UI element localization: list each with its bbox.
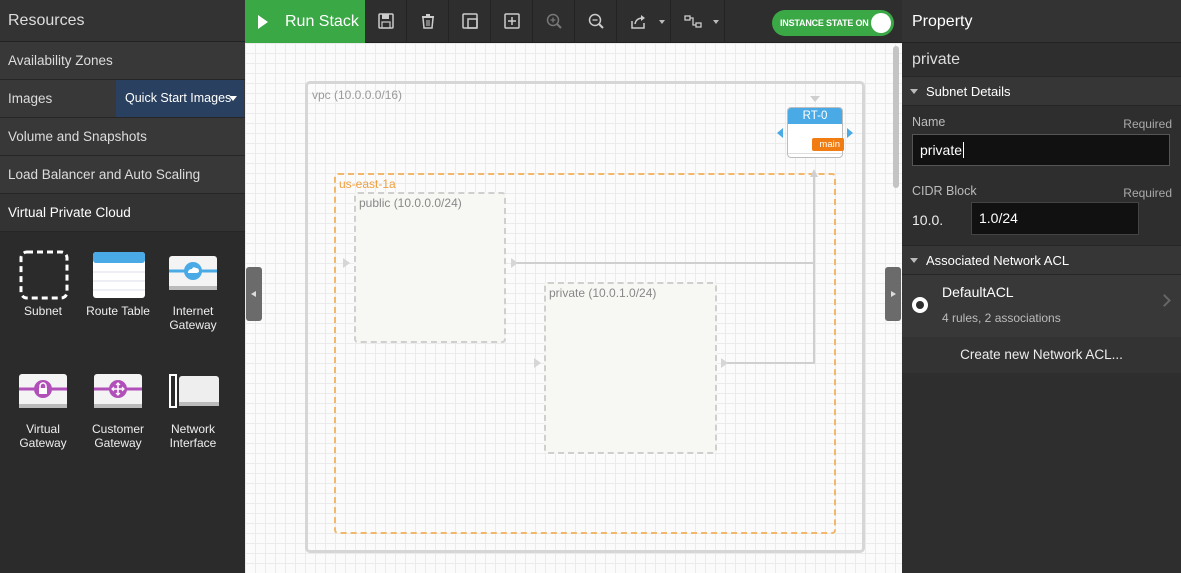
- name-required: Required: [1123, 117, 1172, 131]
- palette-internet-gateway[interactable]: Internet Gateway: [158, 250, 228, 332]
- create-network-acl-button[interactable]: Create new Network ACL...: [902, 337, 1181, 373]
- accordion-availability-zones[interactable]: Availability Zones: [0, 42, 245, 80]
- cidr-prefix: 10.0.: [912, 212, 944, 228]
- connection-style-button[interactable]: [671, 0, 725, 43]
- triangle-down-icon: [910, 89, 918, 94]
- delete-button[interactable]: [407, 0, 449, 43]
- dashed-square-icon: [17, 250, 69, 300]
- chevron-right-icon: [1158, 294, 1171, 307]
- route-table-icon: [92, 250, 145, 298]
- design-canvas[interactable]: vpc (10.0.0.0/16) us-east-1a public (10.…: [245, 43, 902, 573]
- quick-start-images-dropdown[interactable]: Quick Start Images: [116, 80, 244, 117]
- text-cursor: [963, 142, 965, 158]
- add-button[interactable]: [491, 0, 533, 43]
- acl-name: DefaultACL: [942, 284, 1014, 300]
- zoom-out-icon: [588, 13, 604, 29]
- name-input[interactable]: private: [912, 134, 1170, 166]
- property-panel: Property private Subnet Details Name Req…: [902, 0, 1181, 573]
- caret-down-icon: [659, 20, 665, 24]
- accordion-load-balancer[interactable]: Load Balancer and Auto Scaling: [0, 156, 245, 194]
- resources-header: Resources: [0, 0, 245, 42]
- vpc-palette: Subnet Route Table Internet Gateway Virt…: [0, 232, 245, 573]
- section-title: Associated Network ACL: [926, 253, 1070, 268]
- connection-style-icon: [684, 15, 702, 28]
- duplicate-icon: [462, 13, 478, 29]
- palette-label: Route Table: [86, 304, 150, 318]
- export-button[interactable]: [617, 0, 671, 43]
- toolbar: Run Stack INSTANCE STATE ON: [245, 0, 902, 43]
- caret-down-icon: [713, 20, 719, 24]
- palette-label: Network Interface: [169, 422, 217, 450]
- palette-route-table[interactable]: Route Table: [83, 250, 153, 318]
- palette-label: Virtual Gateway: [19, 422, 67, 450]
- name-label: Name: [912, 115, 946, 129]
- app-window: Resources Availability Zones Images Quic…: [0, 0, 1181, 573]
- save-button[interactable]: [365, 0, 407, 43]
- export-icon: [631, 15, 645, 29]
- palette-label: Subnet: [23, 304, 63, 318]
- palette-virtual-gateway[interactable]: Virtual Gateway: [8, 368, 78, 450]
- cloud-gateway-icon: [167, 250, 219, 298]
- accordion-virtual-private-cloud[interactable]: Virtual Private Cloud: [0, 194, 245, 232]
- section-title: Subnet Details: [926, 84, 1011, 99]
- run-stack-label: Run Stack: [285, 13, 359, 30]
- radio-selected-icon[interactable]: [912, 297, 928, 313]
- run-stack-button[interactable]: Run Stack: [245, 0, 365, 43]
- palette-label: Internet Gateway: [169, 304, 217, 332]
- acl-list-item[interactable]: DefaultACL 4 rules, 2 associations: [902, 275, 1181, 337]
- toggle-knob: [871, 13, 891, 33]
- cidr-input[interactable]: 1.0/24: [971, 202, 1139, 235]
- palette-customer-gateway[interactable]: Customer Gateway: [83, 368, 153, 450]
- palette-label: Customer Gateway: [91, 422, 144, 450]
- network-acl-section[interactable]: Associated Network ACL: [902, 245, 1181, 275]
- subnet-details-section[interactable]: Subnet Details: [902, 76, 1181, 106]
- main-badge: main: [812, 138, 844, 151]
- play-icon: [258, 15, 268, 29]
- instance-state-label: INSTANCE STATE ON: [780, 18, 869, 28]
- cidr-required: Required: [1123, 186, 1172, 200]
- cidr-label: CIDR Block: [912, 184, 977, 198]
- name-value: private: [920, 142, 963, 158]
- add-icon: [504, 13, 520, 29]
- duplicate-button[interactable]: [449, 0, 491, 43]
- save-icon: [378, 13, 394, 29]
- instance-state-toggle[interactable]: INSTANCE STATE ON: [772, 10, 894, 36]
- route-table-divider: [788, 153, 842, 154]
- acl-description: 4 rules, 2 associations: [942, 311, 1061, 325]
- triangle-down-icon: [910, 258, 918, 263]
- palette-subnet[interactable]: Subnet: [8, 250, 78, 318]
- dropdown-label: Quick Start Images: [125, 91, 232, 105]
- accordion-images[interactable]: Images Quick Start Images: [0, 80, 245, 118]
- delete-icon: [422, 14, 434, 29]
- route-table-label: RT-0: [788, 108, 842, 124]
- images-label: Images: [8, 91, 53, 106]
- zoom-in-icon: [546, 13, 562, 29]
- caret-down-icon: [229, 96, 237, 101]
- property-header: Property: [902, 0, 1181, 43]
- move-gateway-icon: [92, 368, 144, 416]
- subnet-details-body: Name Required private CIDR Block Require…: [902, 106, 1181, 245]
- accordion-volume-snapshots[interactable]: Volume and Snapshots: [0, 118, 245, 156]
- route-table-node[interactable]: RT-0 main: [787, 107, 844, 158]
- zoom-in-button[interactable]: [533, 0, 575, 43]
- palette-network-interface[interactable]: Network Interface: [158, 368, 228, 450]
- zoom-out-button[interactable]: [575, 0, 617, 43]
- lock-gateway-icon: [17, 368, 69, 416]
- property-title: private: [902, 43, 1181, 76]
- resources-panel: Resources Availability Zones Images Quic…: [0, 0, 245, 573]
- network-interface-icon: [167, 368, 219, 416]
